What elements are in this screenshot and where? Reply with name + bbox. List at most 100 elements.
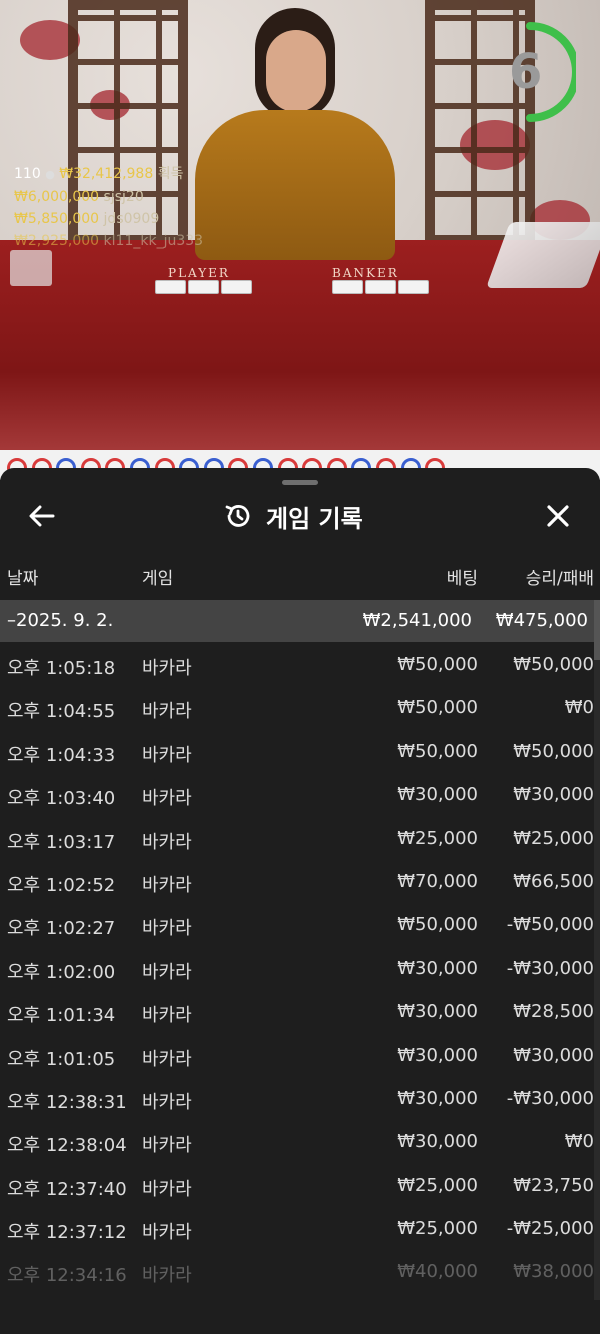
history-row-bet: ₩30,000 [397, 1001, 478, 1023]
close-icon [547, 505, 569, 527]
history-row-game: 바카라 [142, 961, 192, 983]
arrow-left-icon [29, 505, 55, 527]
history-row-game: 바카라 [142, 1135, 192, 1157]
player-cards [155, 280, 252, 294]
history-row-game: 바카라 [142, 1178, 192, 1200]
winner-user: jds0909 [103, 211, 160, 227]
history-row[interactable]: 오후 12:34:16 바카라 ₩40,000 ₩38,000 [0, 1251, 600, 1294]
history-row-time: 오후 1:02:27 [7, 918, 116, 940]
player-count: 110 [14, 166, 41, 182]
column-header-bet: 베팅 [446, 569, 478, 589]
history-row-bet: ₩50,000 [397, 740, 478, 762]
history-row-bet: ₩30,000 [397, 1044, 478, 1066]
date-group-win-total: ₩475,000 [495, 610, 588, 631]
history-row[interactable]: 오후 12:37:12 바카라 ₩25,000 -₩25,000 [0, 1208, 600, 1251]
history-row[interactable]: 오후 1:02:27 바카라 ₩50,000 -₩50,000 [0, 904, 600, 947]
banker-cards [332, 280, 429, 294]
live-video: PLAYER BANKER 6 110 ● ₩32,412,988 획득 ₩6,… [0, 0, 600, 460]
history-row-win-loss: ₩66,500 [513, 870, 594, 892]
date-group-bet-total: ₩2,541,000 [362, 610, 472, 631]
playing-card [365, 280, 396, 294]
playing-card [155, 280, 186, 294]
history-row-win-loss: -₩50,000 [506, 914, 594, 936]
history-row-win-loss: ₩50,000 [513, 740, 594, 762]
playing-card [332, 280, 363, 294]
playing-card [398, 280, 429, 294]
sheet-header: 게임 기록 [224, 498, 363, 534]
total-winnings-suffix: 획득 [157, 166, 184, 182]
winner-row: ₩2,925,000 kl11_kk_ju333 [14, 230, 203, 252]
countdown-timer: 6 [509, 44, 543, 100]
close-button[interactable] [538, 498, 578, 534]
bet-summary-total-row: 110 ● ₩32,412,988 획득 [14, 163, 203, 186]
column-header-game: 게임 [142, 569, 174, 589]
history-row[interactable]: 오후 1:01:34 바카라 ₩30,000 ₩28,500 [0, 991, 600, 1034]
history-row-game: 바카라 [142, 1048, 192, 1070]
history-row[interactable]: 오후 12:37:40 바카라 ₩25,000 ₩23,750 [0, 1165, 600, 1208]
history-row-time: 오후 12:37:40 [7, 1178, 127, 1200]
history-row-game: 바카라 [142, 788, 192, 810]
history-row-bet: ₩50,000 [397, 914, 478, 936]
history-row-win-loss: -₩30,000 [506, 957, 594, 979]
winner-row: ₩5,850,000 jds0909 [14, 208, 203, 230]
history-row[interactable]: 오후 12:38:31 바카라 ₩30,000 -₩30,000 [0, 1078, 600, 1121]
history-row[interactable]: 오후 1:01:05 바카라 ₩30,000 ₩30,000 [0, 1035, 600, 1078]
history-row-win-loss: ₩23,750 [513, 1174, 594, 1196]
date-group-label: –2025. 9. 2. [7, 610, 114, 631]
player-label: PLAYER [168, 266, 230, 280]
history-row[interactable]: 오후 1:03:17 바카라 ₩25,000 ₩25,000 [0, 818, 600, 861]
playing-card [221, 280, 252, 294]
history-row[interactable]: 오후 1:04:55 바카라 ₩50,000 ₩0 [0, 687, 600, 730]
history-row-bet: ₩40,000 [397, 1261, 478, 1283]
column-header-win-loss: 승리/패배 [525, 569, 594, 589]
history-row[interactable]: 오후 1:03:40 바카라 ₩30,000 ₩30,000 [0, 774, 600, 817]
history-row-time: 오후 1:02:52 [7, 874, 116, 896]
winner-amount: ₩2,925,000 [14, 233, 100, 249]
history-row-game: 바카라 [142, 874, 192, 896]
playing-card [188, 280, 219, 294]
history-row-win-loss: ₩0 [564, 697, 594, 719]
history-row-win-loss: -₩25,000 [506, 1218, 594, 1240]
user-icon: ● [45, 168, 55, 181]
history-list: 오후 1:05:18 바카라 ₩50,000 ₩50,000 오후 1:04:55 바카라… [0, 644, 600, 1295]
bet-summary: 110 ● ₩32,412,988 획득 ₩6,000,000 sjsj20 ₩… [14, 163, 203, 252]
history-row-win-loss: ₩50,000 [513, 654, 594, 675]
winner-user: kl11_kk_ju333 [103, 233, 204, 249]
drag-handle[interactable] [282, 480, 318, 485]
history-row[interactable]: 오후 1:02:52 바카라 ₩70,000 ₩66,500 [0, 861, 600, 904]
history-row[interactable]: 오후 1:02:00 바카라 ₩30,000 -₩30,000 [0, 948, 600, 991]
history-row[interactable]: 오후 1:04:33 바카라 ₩50,000 ₩50,000 [0, 731, 600, 774]
history-row[interactable]: 오후 1:05:18 바카라 ₩50,000 ₩50,000 [0, 644, 600, 687]
history-row-win-loss: ₩28,500 [513, 1001, 594, 1023]
winner-amount: ₩5,850,000 [14, 211, 100, 227]
history-row-win-loss: -₩30,000 [506, 1087, 594, 1109]
history-row-bet: ₩30,000 [397, 957, 478, 979]
history-row-time: 오후 1:01:05 [7, 1048, 116, 1070]
history-row[interactable]: 오후 12:38:04 바카라 ₩30,000 ₩0 [0, 1121, 600, 1164]
history-row-game: 바카라 [142, 1091, 192, 1113]
history-row-game: 바카라 [142, 918, 192, 940]
history-row-game: 바카라 [142, 1005, 192, 1027]
history-row-time: 오후 1:05:18 [7, 658, 116, 679]
history-row-game: 바카라 [142, 744, 192, 766]
history-row-time: 오후 12:37:12 [7, 1222, 127, 1244]
dealer [195, 110, 395, 260]
history-row-game: 바카라 [142, 658, 192, 679]
history-row-bet: ₩30,000 [397, 1131, 478, 1153]
history-row-time: 오후 1:03:40 [7, 788, 116, 810]
date-group-row[interactable]: –2025. 9. 2. ₩2,541,000 ₩475,000 [0, 600, 594, 642]
table-header: 날짜 게임 베팅 승리/패배 [0, 564, 600, 594]
history-row-time: 오후 12:34:16 [7, 1265, 127, 1287]
dealer-face [266, 30, 326, 112]
history-row-game: 바카라 [142, 1265, 192, 1287]
chip-tray [10, 250, 52, 286]
history-row-time: 오후 1:01:34 [7, 1005, 116, 1027]
back-button[interactable] [24, 498, 60, 534]
game-history-sheet: 게임 기록 날짜 게임 베팅 승리/패배 –2025. 9. 2. ₩2,541… [0, 468, 600, 1334]
history-row-time: 오후 12:38:04 [7, 1135, 127, 1157]
history-row-time: 오후 1:02:00 [7, 961, 116, 983]
history-row-bet: ₩30,000 [397, 784, 478, 806]
history-row-win-loss: ₩30,000 [513, 1044, 594, 1066]
history-row-game: 바카라 [142, 701, 192, 723]
history-row-win-loss: ₩30,000 [513, 784, 594, 806]
